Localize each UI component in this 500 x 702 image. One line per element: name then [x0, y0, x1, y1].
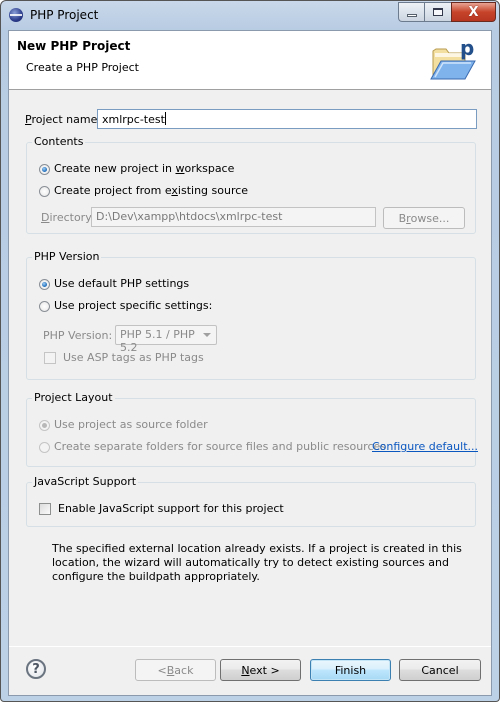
project-name-input[interactable]: xmlrpc-test — [97, 109, 477, 129]
php-version-label: PHP Version: — [43, 329, 113, 342]
chevron-down-icon — [203, 333, 211, 337]
project-layout-group-title: Project Layout — [32, 391, 115, 404]
php-version-select[interactable]: PHP 5.1 / PHP 5.2 — [115, 325, 217, 354]
eclipse-app-icon — [9, 8, 23, 22]
help-icon[interactable]: ? — [26, 659, 46, 679]
asp-tags-label: Use ASP tags as PHP tags — [63, 351, 204, 364]
contents-group-title: Contents — [32, 135, 86, 148]
directory-input[interactable]: D:\Dev\xampp\htdocs\xmlrpc-test — [91, 207, 376, 227]
finish-button[interactable]: Finish — [310, 659, 391, 681]
contents-group: Contents Create new project in workspace… — [26, 135, 476, 234]
create-new-project-radio[interactable] — [39, 164, 50, 175]
use-default-php-label[interactable]: Use default PHP settings — [54, 277, 189, 290]
enable-javascript-checkbox[interactable] — [39, 503, 51, 515]
maximize-button[interactable] — [424, 2, 451, 22]
wizard-message: The specified external location already … — [52, 542, 462, 583]
javascript-support-group: JavaScript Support Enable JavaScript sup… — [26, 475, 476, 527]
create-from-existing-radio[interactable] — [39, 186, 50, 197]
back-button[interactable]: < Back — [135, 659, 216, 681]
javascript-support-group-title: JavaScript Support — [32, 475, 139, 488]
window-title: PHP Project — [30, 8, 99, 22]
separate-folders-radio[interactable] — [39, 442, 50, 453]
dialog-window: PHP Project X New PHP Project Create a P… — [0, 0, 500, 702]
dialog-client-area: New PHP Project Create a PHP Project p P… — [8, 30, 492, 696]
directory-label: Directory: — [41, 211, 95, 224]
maximize-icon — [433, 8, 443, 16]
minimize-button[interactable] — [398, 2, 425, 22]
title-bar[interactable]: PHP Project X — [1, 1, 499, 29]
minimize-icon — [407, 13, 417, 17]
use-project-as-source-radio[interactable] — [39, 420, 50, 431]
close-icon: X — [468, 4, 479, 20]
wizard-header: New PHP Project Create a PHP Project p — [9, 31, 491, 90]
browse-button[interactable]: Br owse... — [383, 207, 465, 229]
next-button[interactable]: Next > — [220, 659, 301, 681]
use-project-specific-radio[interactable] — [39, 301, 50, 312]
wizard-subtitle: Create a PHP Project — [26, 61, 139, 74]
create-new-project-label[interactable]: Create new project in workspace — [54, 162, 234, 175]
php-version-group-title: PHP Version — [32, 250, 102, 263]
use-default-php-radio[interactable] — [39, 279, 50, 290]
create-from-existing-label[interactable]: Create project from existing source — [54, 184, 248, 197]
enable-javascript-label[interactable]: Enable JavaScript support for this proje… — [58, 502, 284, 515]
cancel-button[interactable]: Cancel — [399, 659, 481, 681]
project-layout-group: Project Layout Use project as source fol… — [26, 391, 478, 467]
use-project-as-source-label: Use project as source folder — [54, 418, 208, 431]
separate-folders-label: Create separate folders for source files… — [54, 440, 386, 453]
php-version-group: PHP Version Use default PHP settings Use… — [26, 250, 476, 380]
php-folder-icon: p — [430, 36, 476, 80]
svg-text:p: p — [460, 36, 474, 60]
asp-tags-checkbox[interactable] — [44, 352, 56, 364]
project-name-label: Project name: — [25, 113, 102, 126]
close-button[interactable]: X — [451, 2, 496, 22]
use-project-specific-label[interactable]: Use project specific settings: — [54, 299, 212, 312]
footer-divider — [9, 646, 491, 647]
configure-default-link[interactable]: Configure default... — [372, 440, 478, 453]
wizard-title: New PHP Project — [17, 39, 131, 53]
